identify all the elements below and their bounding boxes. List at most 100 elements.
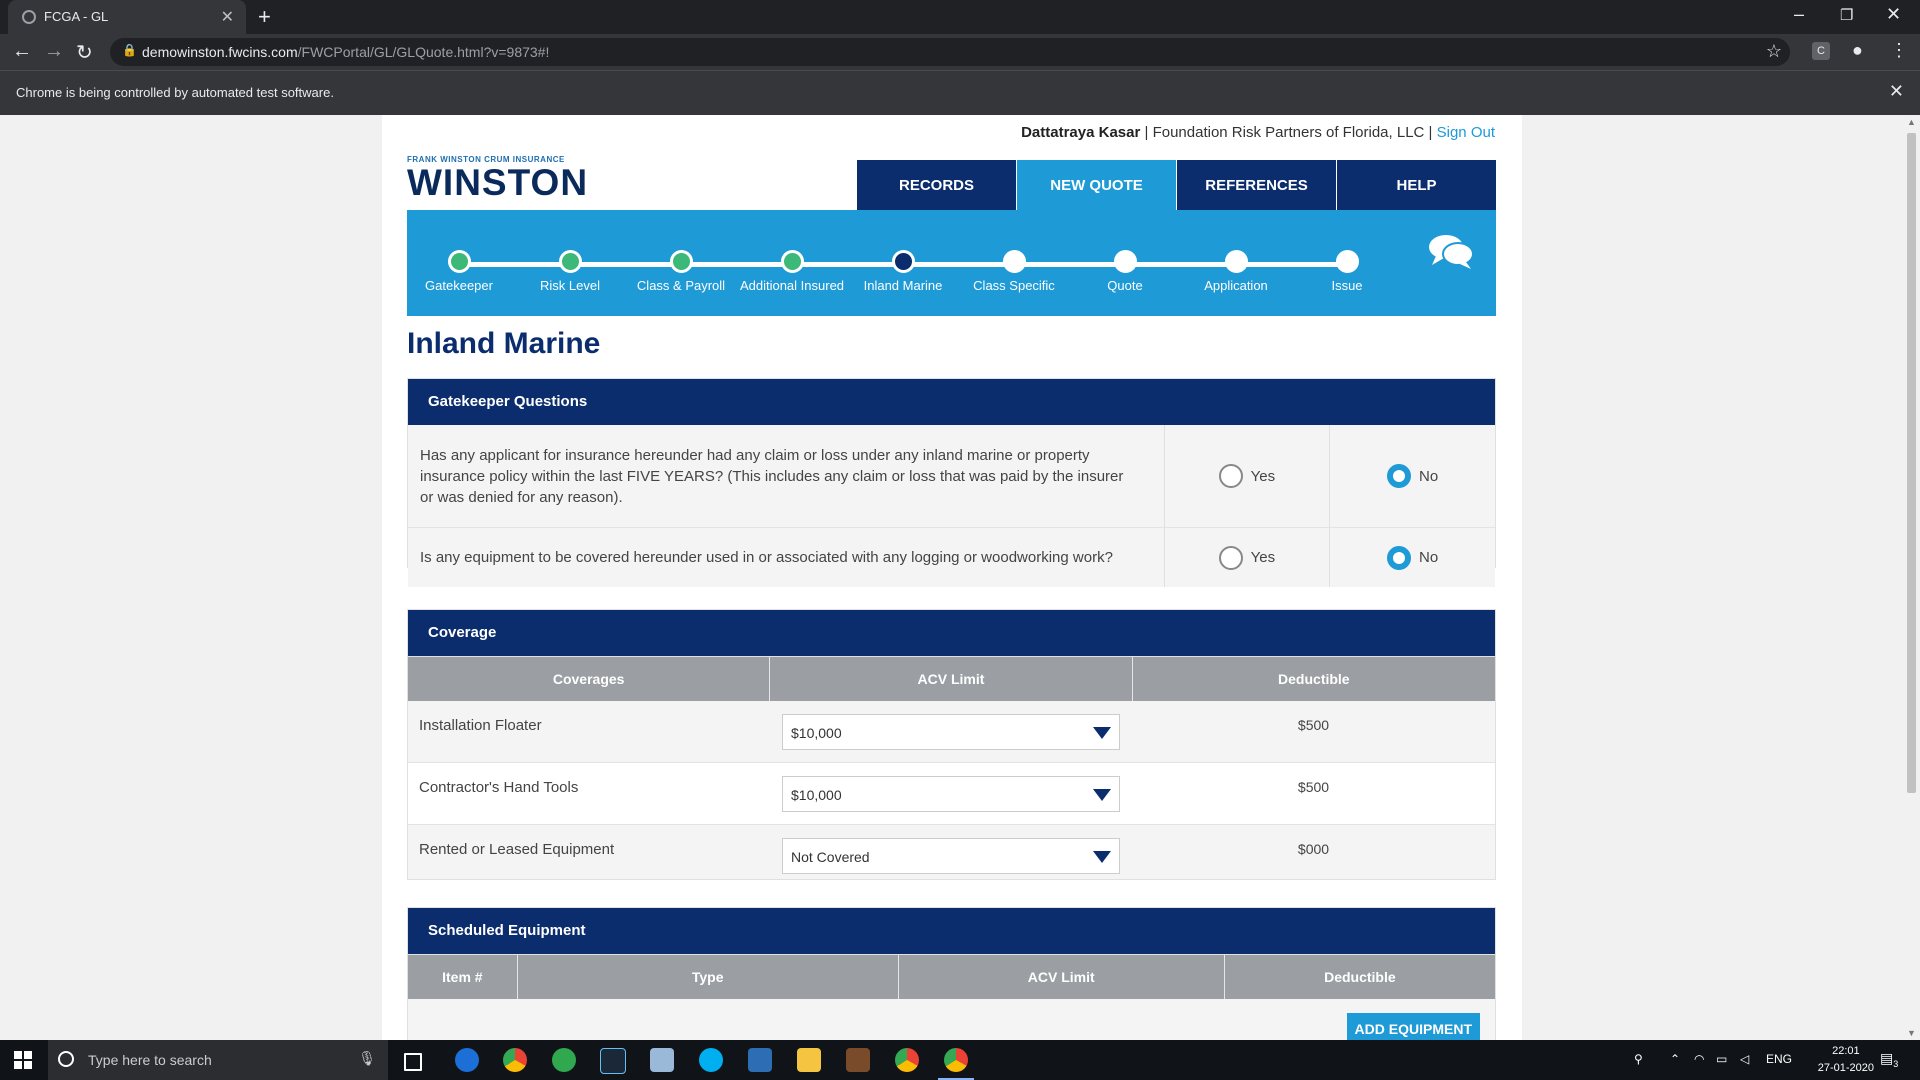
scrollbar-thumb[interactable] (1907, 133, 1916, 793)
answer-yes-option[interactable]: Yes (1165, 528, 1331, 587)
yes-radio[interactable] (1218, 464, 1243, 488)
people-icon[interactable]: ⚲ (1634, 1052, 1643, 1066)
skype-icon[interactable] (699, 1048, 723, 1072)
page-title: Inland Marine (407, 327, 601, 360)
step-label: Issue (1331, 278, 1363, 293)
task-view-icon[interactable] (404, 1053, 422, 1071)
nav-help[interactable]: HELP (1337, 160, 1496, 210)
chevron-up-icon[interactable]: ⌃ (1670, 1052, 1680, 1066)
page-scrollbar[interactable]: ▲ ▼ (1903, 115, 1920, 1040)
file-explorer-icon[interactable] (797, 1048, 821, 1072)
progress-step[interactable]: Risk Level (510, 250, 630, 293)
chat-icon[interactable] (1428, 234, 1474, 270)
chrome-icon[interactable] (895, 1048, 919, 1072)
progress-step[interactable]: Issue (1287, 250, 1407, 293)
language-indicator[interactable]: ENG (1766, 1052, 1792, 1066)
new-tab-icon[interactable]: + (258, 4, 271, 30)
url-host: demowinston.fwcins.com (142, 44, 298, 60)
progress-step[interactable]: Class Specific (954, 250, 1074, 293)
scheduled-header: Scheduled Equipment (408, 908, 1495, 954)
step-label: Additional Insured (739, 278, 845, 293)
progress-step[interactable]: Gatekeeper (399, 250, 519, 293)
app-green-icon[interactable] (552, 1048, 576, 1072)
chevron-down-icon (1093, 727, 1111, 739)
limit-cell: Not Covered (770, 825, 1132, 886)
yes-radio[interactable] (1218, 545, 1243, 570)
yes-label: Yes (1250, 549, 1276, 566)
quote-progress: Gatekeeper Risk Level Class & Payroll Addit… (407, 210, 1496, 316)
acv-limit-select[interactable]: $10,000 (782, 714, 1120, 750)
answer-yes-option[interactable]: Yes (1165, 425, 1331, 527)
minimize-icon[interactable]: – (1794, 4, 1804, 25)
notifications-icon[interactable]: ▤3 (1880, 1050, 1898, 1069)
chrome-icon[interactable] (503, 1048, 527, 1072)
step-dot-icon (780, 250, 804, 273)
step-dot-icon (447, 250, 471, 273)
notification-count: 3 (1893, 1058, 1899, 1069)
scroll-up-icon[interactable]: ▲ (1907, 117, 1916, 127)
step-label: Risk Level (540, 278, 600, 293)
nav-references[interactable]: REFERENCES (1177, 160, 1336, 210)
app-notepad-icon[interactable] (650, 1048, 674, 1072)
menu-kebab-icon[interactable]: ⋮ (1890, 40, 1908, 61)
gatekeeper-section: Gatekeeper Questions Has any applicant f… (407, 378, 1496, 587)
gatekeeper-header: Gatekeeper Questions (408, 379, 1495, 425)
microphone-icon[interactable]: 🎙 (358, 1050, 376, 1067)
page-viewport: Dattatraya Kasar | Foundation Risk Partn… (0, 115, 1903, 1040)
steam-icon[interactable] (600, 1048, 626, 1074)
acv-limit-select[interactable]: $10,000 (782, 776, 1120, 812)
limit-cell: $10,000 (770, 701, 1132, 762)
progress-step[interactable]: Quote (1065, 250, 1185, 293)
scheduled-table-header: Item # Type ACV Limit Deductible (408, 954, 1495, 999)
deductible-value: $000 (1297, 841, 1330, 857)
back-icon[interactable]: ← (12, 40, 32, 63)
add-equipment-button[interactable]: ADD EQUIPMENT (1346, 1013, 1480, 1040)
separator: | (1144, 124, 1149, 141)
extension-icon[interactable]: C (1812, 42, 1830, 60)
infobar-close-icon[interactable]: ✕ (1889, 81, 1904, 102)
coverage-row: Installation Floater $10,000 $500 (408, 701, 1495, 763)
progress-step[interactable]: Application (1176, 250, 1296, 293)
bookmark-star-icon[interactable]: ☆ (1766, 41, 1782, 62)
taskbar-clock[interactable]: 22:01 27-01-2020 (1818, 1043, 1874, 1077)
no-radio[interactable] (1387, 464, 1412, 488)
no-label: No (1419, 467, 1439, 485)
scroll-down-icon[interactable]: ▼ (1907, 1028, 1916, 1038)
app-brown-icon[interactable] (846, 1048, 870, 1072)
taskbar-search[interactable]: Type here to search 🎙 (48, 1040, 388, 1080)
reload-icon[interactable]: ↻ (76, 40, 93, 65)
window-close-icon[interactable]: ✕ (1886, 4, 1901, 25)
windows-start-icon[interactable] (14, 1051, 32, 1069)
logo-wordmark: WINSTON (407, 162, 589, 203)
user-line: Dattatraya Kasar | Foundation Risk Partn… (1021, 124, 1495, 141)
step-label: Application (1204, 278, 1268, 293)
progress-step[interactable]: Class & Payroll (621, 250, 741, 293)
clock-date: 27-01-2020 (1817, 1062, 1874, 1074)
answer-no-option[interactable]: No (1330, 528, 1495, 587)
close-tab-icon[interactable]: ✕ (221, 7, 234, 27)
answer-no-option[interactable]: No (1330, 425, 1495, 527)
acv-limit-select[interactable]: Not Covered (782, 838, 1120, 874)
wifi-icon[interactable]: ◠ (1694, 1052, 1704, 1066)
progress-step[interactable]: Inland Marine (843, 250, 963, 293)
restore-icon[interactable]: ❐ (1840, 6, 1853, 24)
volume-icon[interactable]: ◁ (1740, 1052, 1749, 1066)
sign-out-link[interactable]: Sign Out (1437, 124, 1495, 141)
photos-icon[interactable] (748, 1048, 772, 1072)
chrome-active-icon[interactable] (938, 1048, 974, 1080)
profile-icon[interactable]: ● (1852, 40, 1863, 61)
nav-records[interactable]: RECORDS (857, 160, 1016, 210)
address-bar[interactable]: 🔒 demowinston.fwcins.com/FWCPortal/GL/GL… (110, 38, 1790, 66)
winston-logo[interactable]: FRANK WINSTON CRUM INSURANCE WINSTON (407, 155, 588, 202)
browser-tab[interactable]: FCGA - GL ✕ (8, 0, 246, 34)
no-radio[interactable] (1387, 545, 1412, 570)
edge-icon[interactable] (455, 1048, 479, 1072)
windows-taskbar: Type here to search 🎙 ⚲ ⌃ ◠ ▭ ◁ ENG 22:0… (0, 1040, 1920, 1080)
forward-icon[interactable]: → (44, 40, 64, 63)
url-path: /FWCPortal/GL/GLQuote.html?v=9873#! (297, 44, 550, 60)
progress-step[interactable]: Additional Insured (732, 250, 852, 293)
question-row: Is any equipment to be covered hereunder… (408, 528, 1495, 587)
separator: | (1428, 124, 1433, 141)
battery-icon[interactable]: ▭ (1716, 1052, 1727, 1066)
nav-new-quote[interactable]: NEW QUOTE (1017, 160, 1176, 210)
